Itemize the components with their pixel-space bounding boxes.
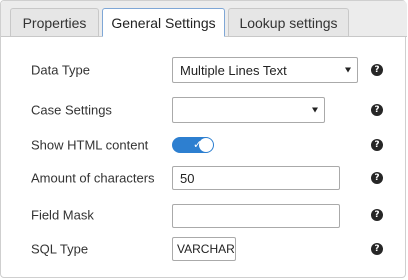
chevron-down-icon bbox=[312, 107, 318, 113]
help-icon[interactable]: ? bbox=[371, 243, 383, 255]
field-mask-label: Field Mask bbox=[31, 207, 94, 223]
chevron-down-icon bbox=[345, 67, 351, 73]
sql-type-label: SQL Type bbox=[31, 241, 89, 257]
data-type-row: Data Type Multiple Lines Text ? bbox=[1, 56, 407, 84]
help-icon[interactable]: ? bbox=[371, 172, 383, 184]
data-type-label: Data Type bbox=[31, 62, 91, 78]
help-icon[interactable]: ? bbox=[371, 104, 383, 116]
tab-general-settings[interactable]: General Settings bbox=[102, 8, 225, 37]
data-type-select[interactable]: Multiple Lines Text bbox=[172, 57, 358, 83]
field-mask-row: Field Mask ? bbox=[1, 201, 407, 229]
help-icon[interactable]: ? bbox=[371, 209, 383, 221]
toggle-knob bbox=[199, 138, 213, 152]
tab-properties[interactable]: Properties bbox=[10, 8, 99, 36]
case-settings-label: Case Settings bbox=[31, 102, 112, 118]
tab-lookup-settings[interactable]: Lookup settings bbox=[228, 8, 349, 36]
amount-chars-input[interactable]: 50 bbox=[172, 166, 340, 190]
amount-chars-value: 50 bbox=[180, 170, 195, 186]
sql-type-value: VARCHAR bbox=[177, 242, 235, 256]
field-mask-input[interactable] bbox=[172, 204, 340, 228]
amount-chars-label: Amount of characters bbox=[31, 170, 155, 186]
case-settings-select[interactable] bbox=[172, 97, 325, 123]
show-html-label: Show HTML content bbox=[31, 137, 149, 153]
show-html-toggle[interactable]: ✓ bbox=[172, 137, 214, 153]
settings-panel: Properties General Settings Lookup setti… bbox=[0, 0, 407, 278]
sql-type-row: SQL Type VARCHAR ? bbox=[1, 235, 407, 263]
case-settings-row: Case Settings ? bbox=[1, 96, 407, 124]
help-icon[interactable]: ? bbox=[371, 64, 383, 76]
tab-bar: Properties General Settings Lookup setti… bbox=[1, 1, 407, 37]
help-icon[interactable]: ? bbox=[371, 139, 383, 151]
amount-chars-row: Amount of characters 50 ? bbox=[1, 164, 407, 192]
sql-type-input[interactable]: VARCHAR bbox=[172, 237, 236, 261]
data-type-value: Multiple Lines Text bbox=[180, 62, 287, 78]
show-html-row: Show HTML content ✓ ? bbox=[1, 131, 407, 159]
